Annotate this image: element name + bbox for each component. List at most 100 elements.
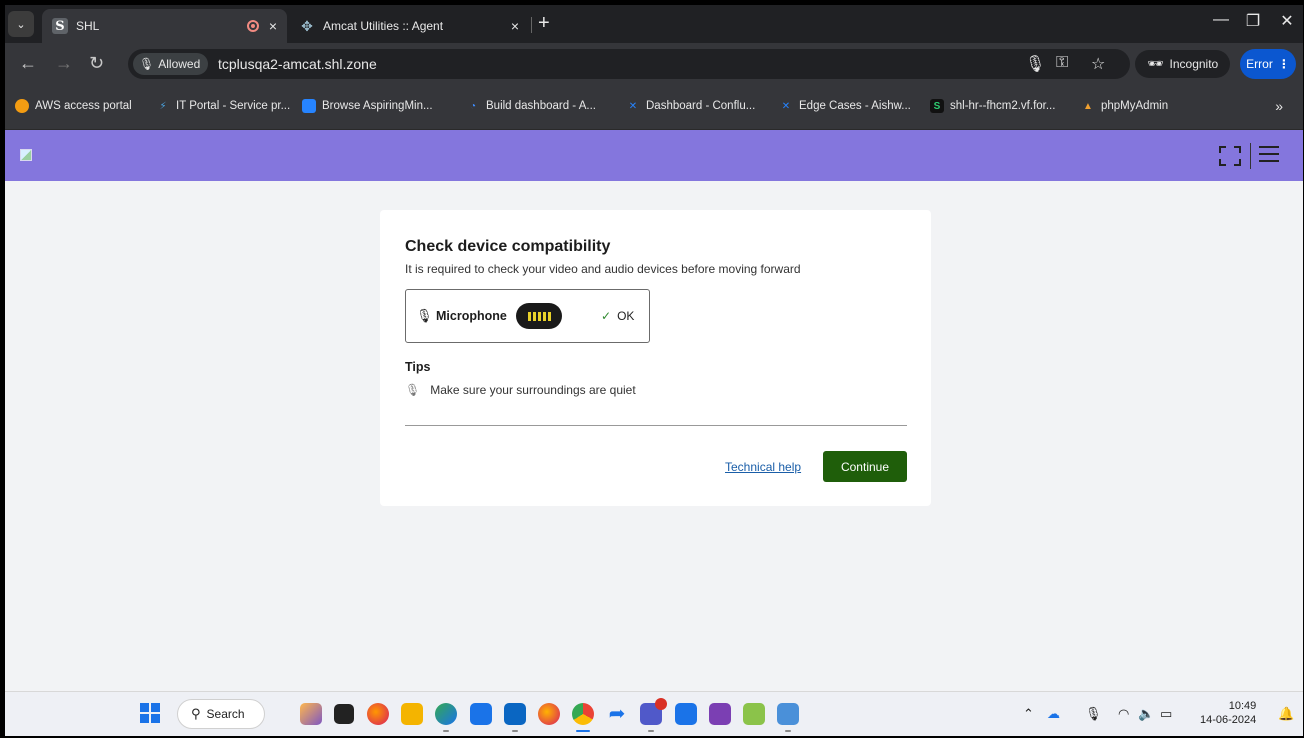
bookmark-label: Browse AspiringMin... [322,100,433,112]
close-tab-icon[interactable]: × [269,18,277,34]
tab-search-button[interactable]: ⌄ [8,11,34,37]
tab-title: Amcat Utilities :: Agent [323,19,444,33]
windows-start-icon[interactable] [140,703,160,723]
bookmark-browse-aspiring[interactable]: Browse AspiringMin... [302,99,433,113]
clock[interactable]: 10:49 14-06-2024 [1200,699,1256,727]
volume-icon[interactable]: 🔈 [1138,706,1154,722]
bookmark-label: Dashboard - Conflu... [646,100,756,112]
file-explorer-icon[interactable] [401,703,423,725]
key-icon[interactable]: ⚿ [1056,54,1068,72]
notification-bell-icon[interactable]: 🔔 [1278,706,1294,722]
mic-level-meter [516,303,562,329]
tab-title: SHL [76,19,100,33]
firefox-icon[interactable] [367,703,389,725]
bamboo-icon: ◔ [469,100,477,112]
app-header [5,130,1303,181]
quiet-microphone-icon: 🎙 [405,383,421,397]
tab-shl[interactable]: S SHL × [42,9,287,43]
firefox-icon[interactable] [538,703,560,725]
incognito-label: Incognito [1169,57,1219,71]
tip-text: Make sure your surroundings are quiet [430,383,636,397]
kebab-menu-icon: ⋮ [1277,57,1290,71]
close-tab-icon[interactable]: × [511,18,519,34]
bookmark-dashboard-confluence[interactable]: ✕ Dashboard - Conflu... [626,99,756,113]
notepad-icon[interactable] [777,703,799,732]
bookmark-shl-hr[interactable]: S shl-hr--fhcm2.vf.for... [930,99,1055,113]
tab-amcat-utilities[interactable]: ✥ Amcat Utilities :: Agent × [289,9,529,43]
edge-icon[interactable] [435,703,457,732]
chrome-icon[interactable] [572,703,594,732]
servicedesk-icon: ⚡ [159,100,167,112]
onenote-icon[interactable] [709,703,731,725]
new-tab-button[interactable]: + [538,12,550,34]
more-bookmarks-icon[interactable]: » [1275,98,1283,114]
star-icon[interactable]: ☆ [1091,54,1105,74]
task-view-icon[interactable] [334,704,354,724]
teams-icon[interactable] [640,698,667,732]
copilot-icon[interactable] [300,703,322,725]
error-menu-button[interactable]: Error ⋮ [1240,49,1296,79]
remote-desktop-icon[interactable] [675,703,697,725]
device-check-card: Check device compatibility It is require… [380,210,931,506]
reload-icon[interactable]: ↻ [89,53,104,73]
onedrive-icon[interactable]: ☁ [1047,706,1060,722]
permission-chip[interactable]: 🎙 Allowed [133,53,209,75]
microphone-icon[interactable]: 🎙 [1085,706,1102,722]
settings-icon: ✥ [301,17,313,34]
forward-arrow-icon[interactable]: → [55,53,73,73]
url-text[interactable]: tcplusqa2-amcat.shl.zone [218,56,377,72]
bookmark-it-portal[interactable]: ⚡ IT Portal - Service pr... [156,99,290,113]
tab-strip: ⌄ S SHL × ✥ Amcat Utilities :: Agent × +… [5,5,1303,43]
outlook-icon[interactable] [504,703,526,732]
back-arrow-icon[interactable]: ← [19,53,37,73]
bookmark-aws[interactable]: AWS access portal [15,99,132,113]
close-window-button[interactable]: ✕ [1267,11,1303,31]
s-icon: S [930,99,944,113]
microphone-icon: 🎙 [416,308,433,323]
bookmark-phpmyadmin[interactable]: ▲ phpMyAdmin [1081,99,1168,113]
recording-icon [246,20,259,32]
bookmark-edge-cases[interactable]: ✕ Edge Cases - Aishw... [779,99,911,113]
status-text: OK [617,309,635,323]
wifi-icon[interactable]: ◠ [1118,706,1129,722]
confluence-icon: ✕ [781,100,791,112]
check-icon: ✓ [601,309,612,323]
card-divider [405,425,907,426]
tab-divider [531,17,532,33]
store-icon[interactable] [470,703,492,725]
arrow-app-icon[interactable]: ➦ [606,703,628,725]
show-hidden-icons-icon[interactable]: ⌃ [1023,706,1034,722]
page-content: Check device compatibility It is require… [5,130,1303,691]
hamburger-menu-icon[interactable] [1259,146,1279,167]
logo-image [20,149,32,161]
browser-window: ⌄ S SHL × ✥ Amcat Utilities :: Agent × +… [5,5,1303,736]
clock-time: 10:49 [1228,700,1257,712]
microphone-icon: 🎙 [139,57,155,71]
taskbar: ⚲ Search ➦ ⌃ ☁ 🎙 ◠ 🔈 ▭ 10:49 14-06-2024 … [5,691,1303,736]
permission-label: Allowed [158,57,201,71]
error-label: Error [1246,57,1273,71]
technical-help-link[interactable]: Technical help [725,460,801,474]
taskbar-search[interactable]: ⚲ Search [177,699,265,729]
bookmark-label: AWS access portal [35,100,132,112]
shl-favicon-icon: S [52,18,68,34]
battery-icon[interactable]: ▭ [1160,706,1172,722]
paint-icon[interactable] [743,703,765,725]
bookmark-label: phpMyAdmin [1101,100,1169,112]
confluence-icon: ✕ [628,100,638,112]
incognito-indicator[interactable]: 🕶 Incognito [1135,50,1231,78]
microphone-label: Microphone [436,309,507,323]
jira-icon [302,99,316,113]
bookmark-label: IT Portal - Service pr... [176,100,291,112]
microphone-icon[interactable]: 🎙 [1025,54,1045,74]
bookmark-label: Build dashboard - A... [486,100,596,112]
status-ok: ✓ OK [601,309,634,323]
microphone-check: 🎙 Microphone ✓ OK [405,289,650,343]
card-title: Check device compatibility [405,238,611,255]
incognito-icon: 🕶 [1147,56,1164,71]
clock-date: 14-06-2024 [1200,714,1257,726]
fullscreen-icon[interactable] [1219,146,1241,166]
continue-button[interactable]: Continue [823,451,907,482]
bookmark-build-dashboard[interactable]: ◔ Build dashboard - A... [466,99,596,113]
address-bar[interactable]: 🎙 Allowed tcplusqa2-amcat.shl.zone 🎙 ⚿ ☆ [128,49,1130,79]
